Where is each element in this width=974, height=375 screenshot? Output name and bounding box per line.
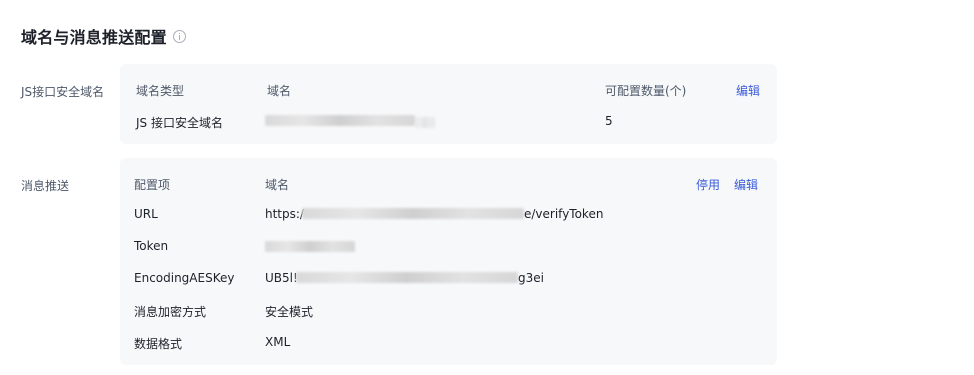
row-key-data-format: 数据格式 [134, 337, 183, 351]
push-edit-button[interactable]: 编辑 [734, 176, 758, 193]
row-key-encryption: 消息加密方式 [134, 305, 207, 319]
header-domain-type: 域名类型 [136, 84, 185, 98]
push-card: 配置项 域名 停用 编辑 URL https:/ e/verifyToken T… [120, 158, 777, 365]
row-key-url: URL [134, 207, 158, 221]
header-domain: 域名 [267, 84, 292, 98]
js-domain-type-value: JS 接口安全域名 [136, 116, 223, 130]
js-domain-group-label: JS接口安全域名 [21, 85, 105, 99]
push-disable-button[interactable]: 停用 [696, 176, 720, 193]
redacted-domain [265, 115, 415, 126]
encryption-value: 安全模式 [265, 305, 314, 319]
js-domain-count-value: 5 [605, 114, 613, 128]
aeskey-prefix: UB5l! [265, 271, 298, 285]
info-icon[interactable] [172, 29, 186, 43]
aeskey-suffix: g3ei [518, 271, 544, 285]
page-title: 域名与消息推送配置 [21, 28, 167, 47]
row-key-token: Token [134, 239, 169, 253]
push-group-label: 消息推送 [21, 179, 70, 193]
header-push-domain: 域名 [265, 178, 290, 192]
js-domain-card: 域名类型 域名 可配置数量(个) 编辑 JS 接口安全域名 5 [120, 64, 777, 144]
js-domain-edit-button[interactable]: 编辑 [736, 82, 760, 99]
header-config-item: 配置项 [134, 178, 171, 192]
redacted-token [265, 241, 355, 252]
redacted-aeskey [296, 272, 518, 283]
header-count: 可配置数量(个) [605, 84, 687, 98]
redacted-url [302, 208, 524, 219]
redacted-domain-tail [415, 117, 435, 128]
data-format-value: XML [265, 335, 291, 349]
url-suffix: e/verifyToken [524, 207, 604, 221]
section-header: 域名与消息推送配置 [21, 24, 186, 48]
url-prefix: https:/ [265, 207, 304, 221]
row-key-aeskey: EncodingAESKey [134, 271, 235, 285]
